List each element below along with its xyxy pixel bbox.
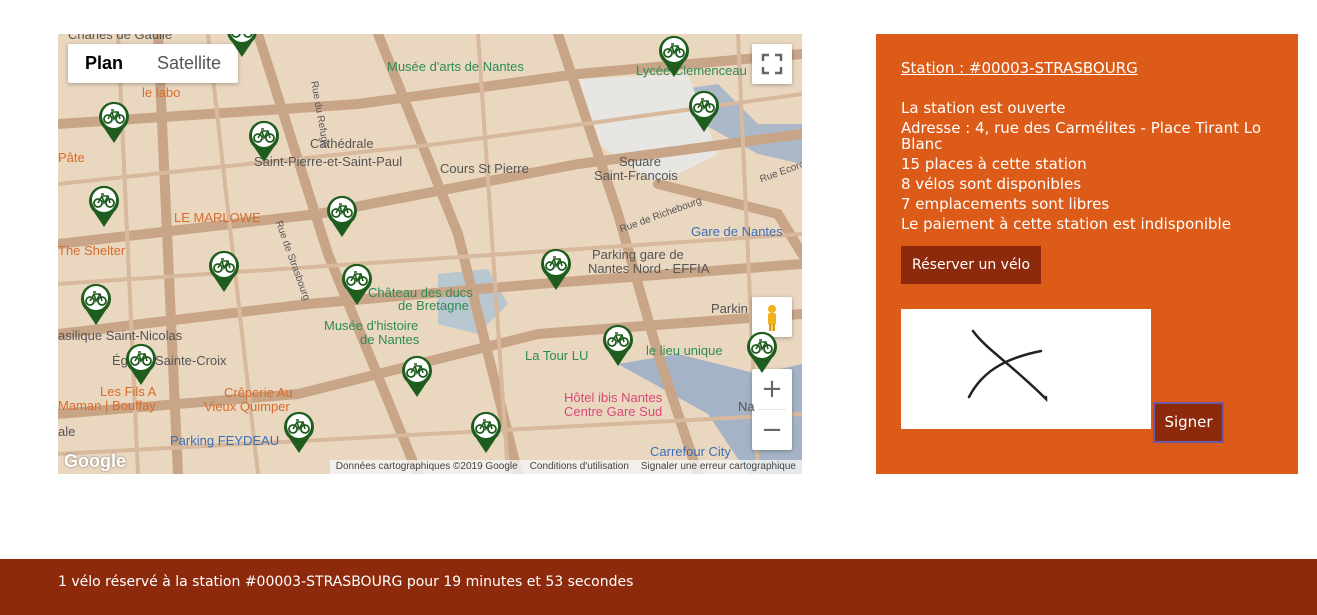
- bike-station-marker[interactable]: [208, 249, 240, 293]
- map-label: Musée d'arts de Nantes: [387, 59, 524, 74]
- station-title: Station : #00003-STRASBOURG: [901, 59, 1138, 77]
- station-bikes: 8 vélos sont disponibles: [901, 175, 1082, 193]
- bike-marker-icon: [342, 263, 372, 305]
- map-attribution: Données cartographiques ©2019 Google Con…: [329, 460, 802, 474]
- reservation-footer: 1 vélo réservé à la station #00003-STRAS…: [0, 559, 1317, 615]
- map-label: Les Fils A: [100, 384, 157, 399]
- map-label: Square: [619, 154, 661, 169]
- map-label: Parking gare de: [592, 247, 684, 262]
- bike-marker-icon: [81, 283, 111, 325]
- map-label: Crêperie Au: [224, 385, 293, 400]
- map-label: The Shelter: [58, 243, 126, 258]
- station-free-spots: 7 emplacements sont libres: [901, 195, 1110, 213]
- bike-station-marker[interactable]: [602, 323, 634, 367]
- station-places: 15 places à cette station: [901, 155, 1087, 173]
- map-label: Maman | Bouffay: [58, 398, 156, 413]
- station-status: La station est ouverte: [901, 99, 1066, 117]
- bike-station-marker[interactable]: [658, 34, 690, 78]
- reservation-status: 1 vélo réservé à la station #00003-STRAS…: [58, 574, 634, 590]
- map-label: ale: [58, 424, 76, 439]
- signature-canvas[interactable]: [901, 309, 1151, 429]
- bike-marker-icon: [747, 331, 777, 373]
- bike-station-marker[interactable]: [283, 410, 315, 454]
- bike-marker-icon: [603, 324, 633, 366]
- map-label: Hôtel ibis Nantes: [564, 390, 663, 405]
- bike-marker-icon: [227, 34, 257, 57]
- map-terms-link[interactable]: Conditions d'utilisation: [530, 460, 629, 474]
- map-type-control: Plan Satellite: [68, 44, 239, 83]
- map-report-link[interactable]: Signaler une erreur cartographique: [641, 460, 796, 474]
- map-label: Pâte: [58, 150, 85, 165]
- map-label: le lieu unique: [646, 343, 723, 358]
- signature-drawing: [967, 329, 1048, 403]
- map-type-plan-button[interactable]: Plan: [68, 44, 140, 83]
- bike-station-marker[interactable]: [688, 89, 720, 133]
- map-label: Cours St Pierre: [440, 161, 529, 176]
- map-label: Gare de Nantes: [691, 224, 783, 239]
- bike-marker-icon: [689, 90, 719, 132]
- bike-marker-icon: [126, 343, 156, 385]
- station-info: La station est ouverte Adresse : 4, rue …: [901, 100, 1281, 236]
- bike-marker-icon: [541, 248, 571, 290]
- map-label: La Tour LU: [525, 348, 589, 363]
- map-label: de Bretagne: [398, 298, 469, 313]
- map-label: Centre Gare Sud: [564, 404, 663, 419]
- sign-button[interactable]: Signer: [1153, 402, 1224, 443]
- zoom-out-button[interactable]: −: [752, 410, 792, 450]
- bike-station-marker[interactable]: [341, 262, 373, 306]
- zoom-control: + −: [752, 369, 792, 450]
- bike-station-marker[interactable]: [746, 330, 778, 374]
- map-label: le labo: [142, 85, 181, 100]
- map-type-satellite-button[interactable]: Satellite: [140, 44, 238, 83]
- bike-station-marker[interactable]: [248, 119, 280, 163]
- bike-marker-icon: [471, 411, 501, 453]
- bike-marker-icon: [209, 250, 239, 292]
- map-label: de Nantes: [360, 332, 420, 347]
- bike-station-marker[interactable]: [226, 34, 258, 58]
- bike-station-marker[interactable]: [125, 342, 157, 386]
- map-label: Carrefour City: [650, 444, 731, 459]
- bike-station-marker[interactable]: [98, 100, 130, 144]
- bike-station-marker[interactable]: [540, 247, 572, 291]
- reserve-button[interactable]: Réserver un vélo: [901, 246, 1041, 284]
- station-map[interactable]: Plan Satellite + − Charles de Gaulle le …: [58, 34, 802, 474]
- map-label: Musée d'histoire: [324, 318, 419, 333]
- bike-station-marker[interactable]: [326, 194, 358, 238]
- bike-station-marker[interactable]: [470, 410, 502, 454]
- bike-station-marker[interactable]: [80, 282, 112, 326]
- map-label: Parkin: [711, 301, 748, 316]
- map-label: asilique Saint-Nicolas: [58, 328, 183, 343]
- station-address: Adresse : 4, rue des Carmélites - Place …: [901, 119, 1262, 153]
- bike-station-marker[interactable]: [88, 184, 120, 228]
- map-label: LE MARLOWE: [174, 210, 261, 225]
- bike-marker-icon: [89, 185, 119, 227]
- map-label: Sainte-Croix: [155, 353, 227, 368]
- bike-marker-icon: [659, 35, 689, 77]
- fullscreen-icon: [761, 53, 783, 75]
- bike-marker-icon: [327, 195, 357, 237]
- bike-marker-icon: [99, 101, 129, 143]
- map-label: Vieux Quimper: [204, 399, 290, 414]
- station-panel: Station : #00003-STRASBOURG La station e…: [876, 34, 1298, 474]
- bike-station-marker[interactable]: [401, 354, 433, 398]
- bike-marker-icon: [402, 355, 432, 397]
- google-logo: Google: [64, 451, 126, 471]
- zoom-in-button[interactable]: +: [752, 369, 792, 409]
- map-data-attribution: Données cartographiques ©2019 Google: [335, 461, 518, 472]
- map-label: Charles de Gaulle: [68, 34, 173, 42]
- map-label: Lycée Clemenceau: [636, 63, 747, 78]
- station-payment: Le paiement à cette station est indispon…: [901, 215, 1231, 233]
- map-label: Parking FEYDEAU: [170, 433, 280, 448]
- bike-marker-icon: [249, 120, 279, 162]
- fullscreen-button[interactable]: [752, 44, 792, 84]
- map-label: Na: [738, 399, 755, 414]
- bike-marker-icon: [284, 411, 314, 453]
- map-label: Nantes Nord - EFFIA: [588, 261, 710, 276]
- map-label: Saint-François: [594, 168, 678, 183]
